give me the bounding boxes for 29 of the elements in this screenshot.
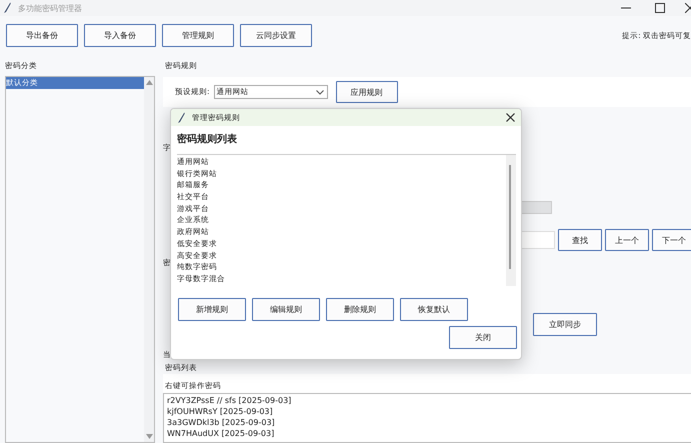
maximize-icon	[655, 3, 665, 13]
window-title: 多功能密码管理器	[18, 2, 82, 14]
password-entry[interactable]: WN7HAudUX [2025-09-03]	[167, 428, 688, 439]
search-button[interactable]: 上一个	[605, 229, 649, 251]
toolbar-button[interactable]: 导入备份	[84, 24, 156, 47]
password-entry[interactable]: kjfOUHWRsY [2025-09-03]	[167, 406, 688, 417]
close-icon	[685, 3, 691, 13]
apply-button[interactable]: 应用规则	[336, 81, 398, 103]
password-entry[interactable]: r2VY3ZPssE // sfs [2025-09-03]	[167, 395, 688, 406]
scroll-down-icon	[146, 434, 152, 439]
toolbar-button[interactable]: 管理规则	[162, 24, 234, 47]
search-button[interactable]: 查找	[558, 229, 602, 251]
close-icon	[506, 113, 515, 122]
feather-icon	[2, 2, 12, 14]
toolbar-button[interactable]: 云同步设置	[240, 24, 312, 47]
scrollbar-thumb[interactable]	[509, 165, 511, 269]
toolbar-button[interactable]: 导出备份	[6, 24, 78, 47]
sync-button[interactable]: 立即同步	[533, 312, 597, 336]
feather-icon	[176, 112, 186, 124]
dialog-heading: 密码规则列表	[176, 132, 238, 147]
close-button[interactable]: 关闭	[449, 326, 517, 349]
chevron-down-icon	[316, 90, 324, 94]
scroll-up-icon	[146, 80, 152, 85]
search-button[interactable]: 下一个	[652, 229, 691, 251]
password-entry[interactable]: 3a3GWDkl3b [2025-09-03]	[167, 417, 688, 428]
rule-button[interactable]: 删除规则	[326, 298, 394, 321]
rule-button[interactable]: 新增规则	[178, 298, 246, 321]
rule-button[interactable]: 编辑规则	[252, 298, 320, 321]
rule-button[interactable]: 恢复默认	[400, 298, 468, 321]
